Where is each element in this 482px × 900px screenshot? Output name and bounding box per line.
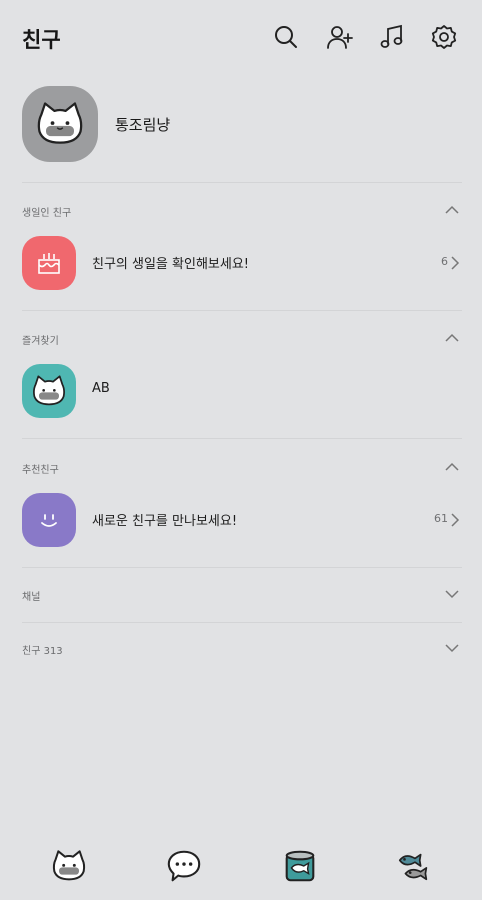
section-label: 친구 313 — [22, 646, 63, 657]
divider — [22, 622, 462, 623]
music-icon[interactable] — [377, 22, 407, 52]
avatar[interactable] — [22, 86, 98, 162]
search-icon[interactable] — [271, 22, 301, 52]
list-item-favorite[interactable]: AB — [0, 364, 482, 418]
section-label: 채널 — [22, 592, 41, 603]
list-item-birthday[interactable]: 친구의 생일을 확인해보세요! 6 — [0, 236, 482, 290]
add-friend-icon[interactable] — [325, 22, 355, 52]
recommend-avatar — [22, 493, 76, 547]
bottom-tab-bar — [0, 838, 482, 900]
chevron-up-icon[interactable] — [444, 459, 460, 475]
smile-icon — [41, 514, 57, 527]
avatar — [22, 364, 76, 418]
section-header-favorites[interactable]: 즐겨찾기 — [0, 326, 482, 354]
chevron-up-icon[interactable] — [444, 202, 460, 218]
chat-tab-icon[interactable] — [162, 844, 206, 888]
chevron-right-icon[interactable] — [450, 255, 460, 271]
section-header-channel[interactable]: 채널 — [0, 580, 482, 616]
friends-tab-icon[interactable] — [47, 844, 91, 888]
page-title: 친구 — [22, 28, 61, 52]
fish-tab-icon[interactable] — [392, 844, 436, 888]
chevron-down-icon[interactable] — [444, 640, 460, 656]
list-item-recommended[interactable]: 새로운 친구를 만나보세요! 61 — [0, 493, 482, 547]
section-header-friends[interactable]: 친구 313 — [0, 634, 482, 670]
cat-face-icon — [33, 375, 65, 406]
section-label: 즐겨찾기 — [22, 336, 59, 347]
profile-name: 통조림냥 — [115, 116, 171, 134]
count-badge: 61 — [434, 512, 448, 525]
cat-face-icon — [37, 102, 83, 144]
section-label: 생일인 친구 — [22, 208, 72, 219]
settings-icon[interactable] — [429, 22, 459, 52]
row-text: 새로운 친구를 만나보세요! — [92, 514, 238, 529]
birthday-avatar — [22, 236, 76, 290]
count-badge: 6 — [441, 255, 448, 268]
divider — [22, 567, 462, 568]
section-label: 추천친구 — [22, 465, 59, 476]
section-header-recommended[interactable]: 추천친구 — [0, 455, 482, 483]
divider — [22, 310, 462, 311]
chevron-down-icon[interactable] — [444, 586, 460, 602]
can-tab-icon[interactable] — [278, 844, 322, 888]
row-text: 친구의 생일을 확인해보세요! — [92, 257, 249, 272]
divider — [22, 182, 462, 183]
divider — [22, 438, 462, 439]
my-profile[interactable]: 통조림냥 — [0, 86, 482, 162]
chevron-up-icon[interactable] — [444, 330, 460, 346]
chevron-right-icon[interactable] — [450, 512, 460, 528]
friend-name: AB — [92, 381, 110, 396]
top-bar: 친구 — [0, 0, 482, 78]
section-header-birthday[interactable]: 생일인 친구 — [0, 198, 482, 226]
cake-icon — [38, 253, 60, 274]
